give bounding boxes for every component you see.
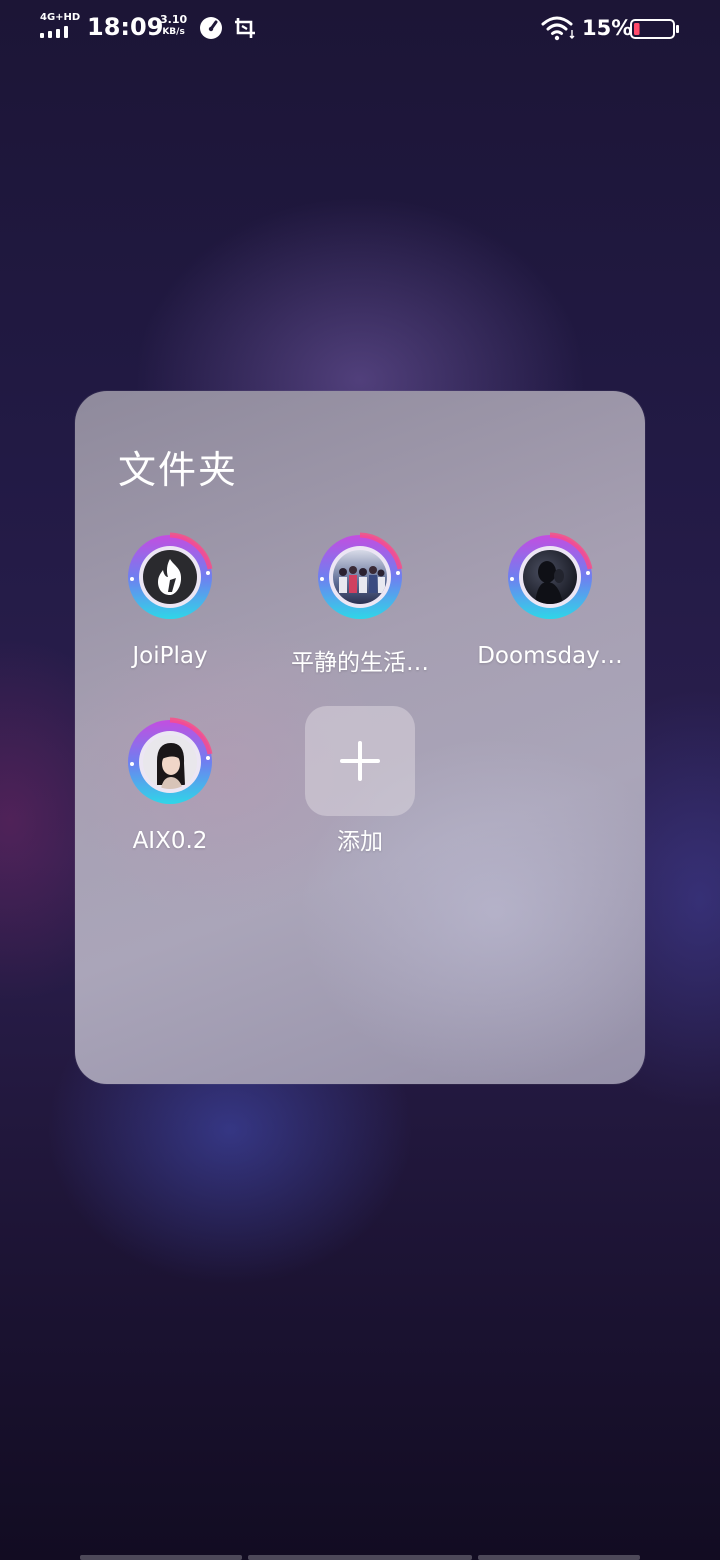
folder-title[interactable]: 文件夹 <box>118 439 238 494</box>
app-joiplay[interactable]: JoiPlay <box>85 529 255 669</box>
app-icon-ring <box>122 714 218 810</box>
network-speed: 3.10 KB/s <box>160 14 187 38</box>
add-label: 添加 <box>337 829 383 855</box>
app-icon-ring <box>502 529 598 625</box>
dock-edge-hint <box>80 1555 640 1560</box>
clock: 18:09 <box>87 13 164 41</box>
battery-percent: 15% <box>582 16 633 40</box>
network-speed-unit: KB/s <box>162 27 185 37</box>
battery-level-fill <box>634 23 640 35</box>
status-bar: 4G+HD 18:09 3.10 KB/s 15% <box>0 0 720 58</box>
app-icon-ring <box>122 529 218 625</box>
folder-panel: 文件夹 JoiPlay 平静的生活… Doomsday… AIX0.2 添加 <box>75 391 645 1084</box>
app-label: 平静的生活… <box>291 650 429 676</box>
wifi-icon <box>541 16 575 41</box>
app-icon-ring <box>312 529 408 625</box>
add-app-button[interactable]: 添加 <box>275 706 445 856</box>
joiplay-fire-icon <box>143 550 197 604</box>
app-label: Doomsday… <box>477 643 623 669</box>
battery-icon <box>630 19 679 39</box>
app-avatar-group <box>333 550 387 604</box>
app-avatar-dark <box>523 550 577 604</box>
signal-icon <box>40 26 72 38</box>
app-avatar-girl <box>143 735 197 789</box>
app-label: JoiPlay <box>132 643 208 669</box>
speed-gauge-icon <box>200 17 222 39</box>
network-type: 4G+HD <box>40 12 81 23</box>
app-doomsday[interactable]: Doomsday… <box>465 529 635 669</box>
screenshot-icon <box>235 18 255 38</box>
app-peaceful-life[interactable]: 平静的生活… <box>275 529 445 677</box>
app-aix[interactable]: AIX0.2 <box>85 714 255 854</box>
network-speed-value: 3.10 <box>160 13 188 26</box>
add-tile[interactable] <box>305 706 415 816</box>
app-label: AIX0.2 <box>132 828 208 854</box>
